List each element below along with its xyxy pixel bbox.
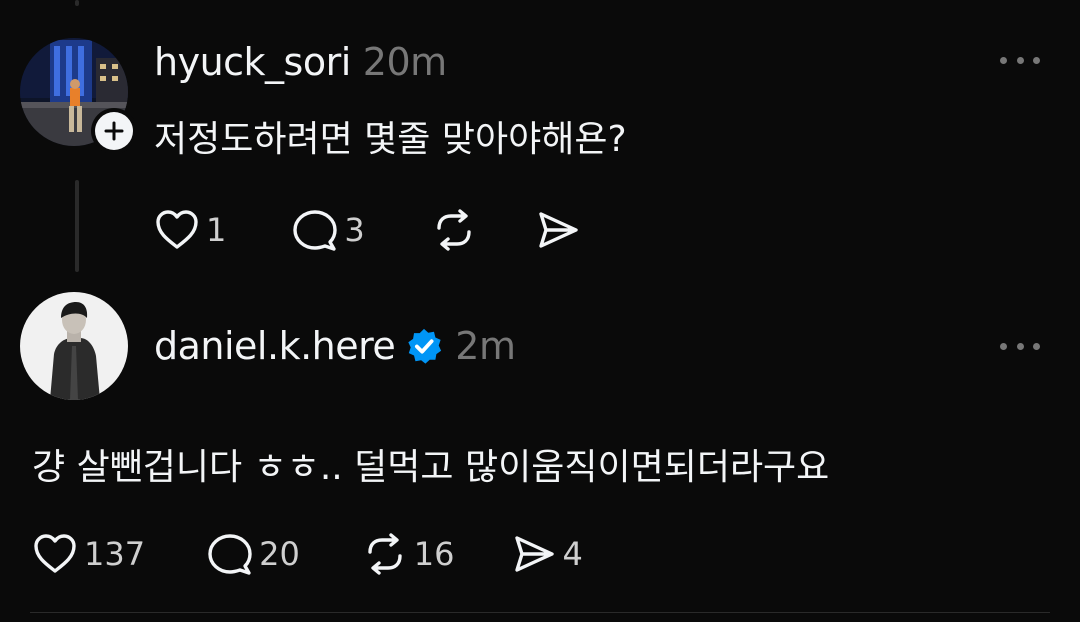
like-count: 137 xyxy=(84,535,146,573)
timestamp: 2m xyxy=(455,324,516,368)
username[interactable]: daniel.k.here xyxy=(154,324,396,368)
more-dot-icon xyxy=(1033,56,1040,64)
comment-button[interactable]: 20 xyxy=(207,532,300,576)
plus-icon xyxy=(104,121,124,141)
thread-line-top xyxy=(75,0,79,6)
like-count: 1 xyxy=(206,211,227,249)
heart-icon xyxy=(34,534,76,573)
more-options-button[interactable] xyxy=(1000,50,1040,70)
comment-count: 20 xyxy=(259,535,300,573)
more-options-button[interactable] xyxy=(1000,336,1040,356)
thread-line xyxy=(75,180,79,272)
repost-button[interactable]: 16 xyxy=(362,532,455,576)
heart-icon xyxy=(156,210,198,249)
comment-button[interactable]: 3 xyxy=(292,208,365,252)
avatar[interactable] xyxy=(20,292,128,400)
timestamp: 20m xyxy=(362,40,447,84)
person-bw-photo-icon xyxy=(20,292,128,400)
action-bar: 137 20 16 4 xyxy=(32,532,645,576)
like-button[interactable]: 1 xyxy=(154,208,226,252)
comment-icon xyxy=(293,210,338,251)
post-header: daniel.k.here 2m xyxy=(154,322,516,370)
action-bar: 1 3 xyxy=(154,208,649,252)
post-text: 걍 살뺀겁니다 ㅎㅎ.. 덜먹고 많이움직이면되더라구요 xyxy=(32,447,830,488)
share-button[interactable]: 4 xyxy=(511,532,583,576)
repost-icon xyxy=(437,209,471,251)
repost-icon xyxy=(368,533,402,575)
verified-badge-icon xyxy=(405,327,443,365)
send-icon xyxy=(514,536,554,572)
more-dot-icon xyxy=(1033,342,1040,350)
post-text: 저정도하려면 몇줄 맞아야해욘? xyxy=(154,119,627,160)
share-button[interactable] xyxy=(535,208,587,252)
more-dot-icon xyxy=(1016,342,1024,350)
more-dot-icon xyxy=(1000,342,1007,350)
repost-count: 16 xyxy=(413,535,455,573)
divider xyxy=(30,612,1050,613)
follow-button[interactable] xyxy=(91,108,137,154)
more-dot-icon xyxy=(1000,56,1007,64)
comment-icon xyxy=(208,534,252,575)
username[interactable]: hyuck_sori xyxy=(154,40,351,84)
share-count: 4 xyxy=(562,535,583,573)
repost-button[interactable] xyxy=(431,208,483,252)
more-dot-icon xyxy=(1016,56,1024,64)
comment-count: 3 xyxy=(344,211,365,249)
like-button[interactable]: 137 xyxy=(32,532,145,576)
post-header: hyuck_sori 20m xyxy=(154,38,447,86)
send-icon xyxy=(539,212,578,248)
